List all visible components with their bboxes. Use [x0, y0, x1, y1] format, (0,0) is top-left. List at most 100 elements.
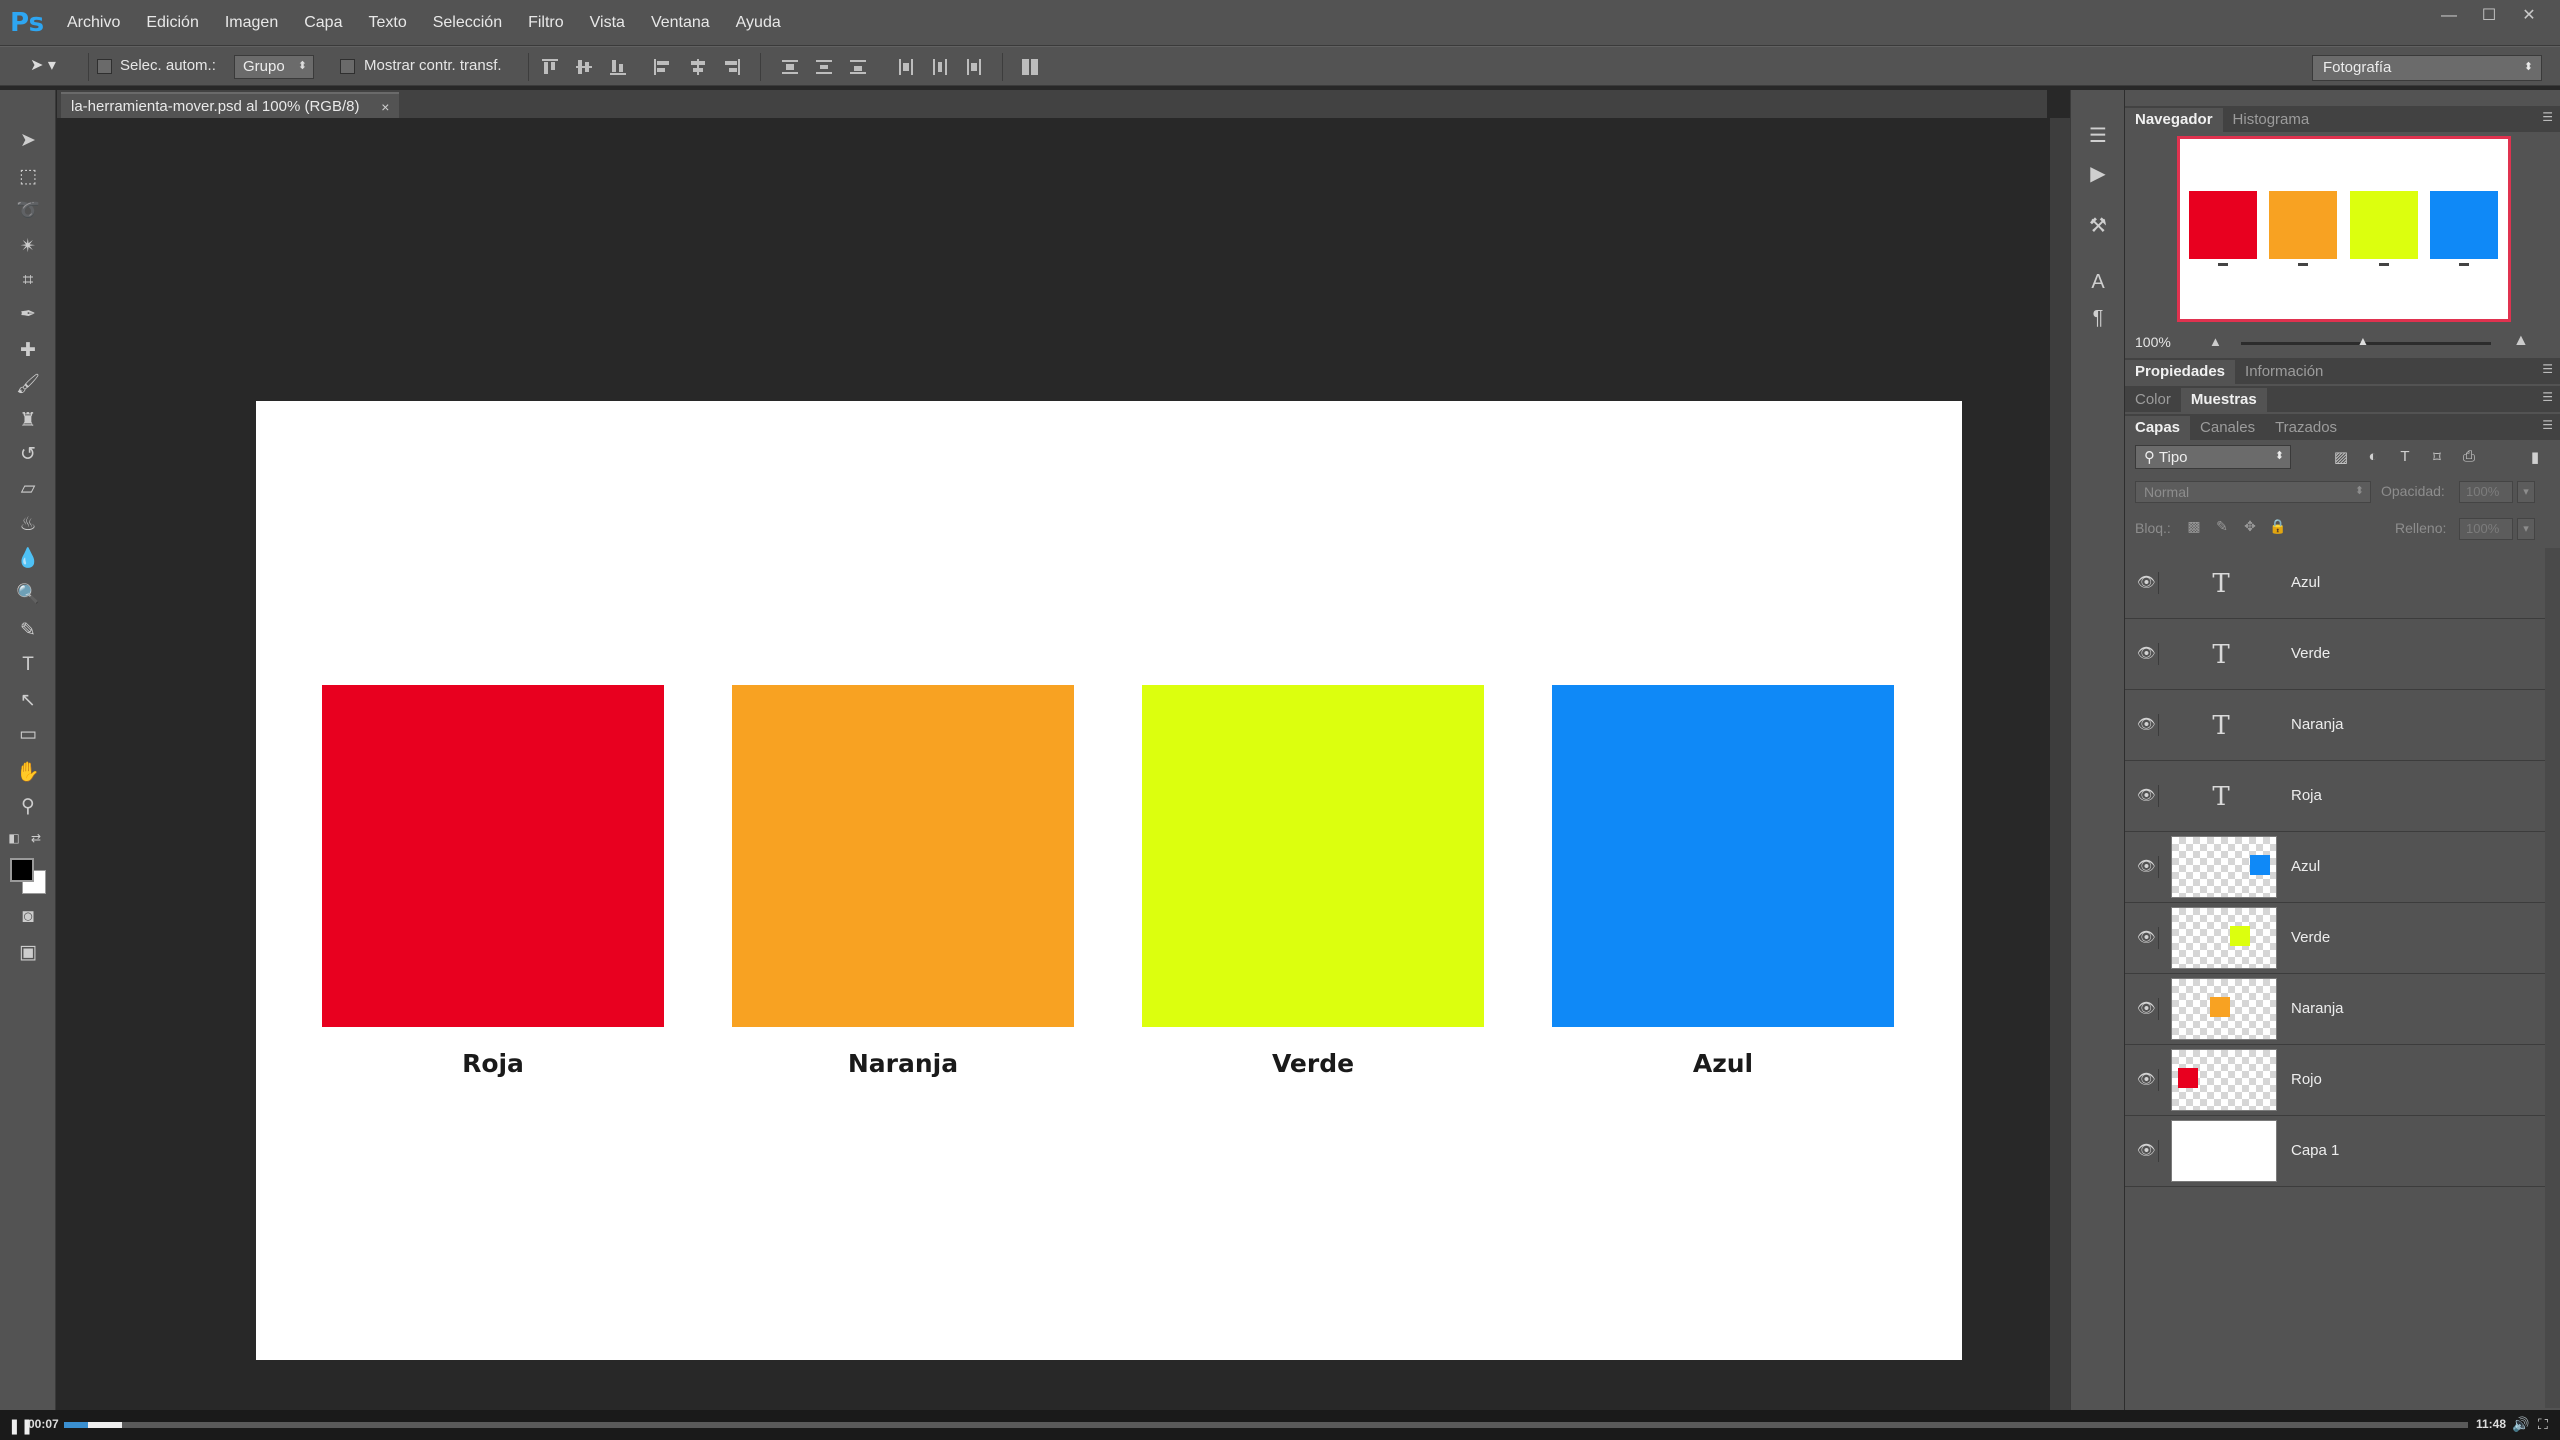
eye-icon[interactable]: 👁 — [2135, 856, 2159, 878]
orange-label[interactable]: Naranja — [732, 1049, 1074, 1078]
document-canvas[interactable]: Roja Naranja Verde Azul — [256, 401, 1962, 1360]
opacity-input[interactable]: 100% — [2459, 481, 2513, 503]
layer-row[interactable]: 👁 Capa 1 — [2125, 1116, 2545, 1187]
close-window-icon[interactable]: ✕ — [2518, 5, 2540, 27]
menu-imagen[interactable]: Imagen — [212, 0, 291, 46]
maximize-icon[interactable]: ☐ — [2478, 5, 2500, 27]
eye-icon[interactable]: 👁 — [2135, 572, 2159, 594]
lock-transparency-icon[interactable]: ▩ — [2185, 518, 2203, 536]
video-seek-bar[interactable] — [64, 1422, 2468, 1428]
fill-input[interactable]: 100% — [2459, 518, 2513, 540]
green-label[interactable]: Verde — [1142, 1049, 1484, 1078]
eye-icon[interactable]: 👁 — [2135, 1140, 2159, 1162]
zoom-value[interactable]: 100% — [2135, 334, 2171, 350]
distribute-left-icon[interactable] — [896, 57, 916, 77]
layer-name[interactable]: Naranja — [2291, 1000, 2344, 1017]
red-square[interactable] — [322, 685, 664, 1027]
dodge-tool-icon[interactable]: 🔍 — [12, 580, 44, 610]
clone-stamp-tool-icon[interactable]: ♜ — [12, 406, 44, 436]
menu-capa[interactable]: Capa — [291, 0, 355, 46]
zoom-tool-icon[interactable]: ⚲ — [12, 792, 44, 822]
tab-capas[interactable]: Capas — [2125, 416, 2191, 440]
panel-menu-icon[interactable]: ☰ — [2542, 362, 2553, 376]
distribute-top-icon[interactable] — [780, 57, 800, 77]
eye-icon[interactable]: 👁 — [2135, 1069, 2159, 1091]
filter-toggle-icon[interactable]: ▮ — [2525, 448, 2545, 466]
magic-wand-tool-icon[interactable]: ✴ — [12, 232, 44, 262]
tab-navegador[interactable]: Navegador — [2125, 108, 2223, 132]
layer-row[interactable]: 👁 T Verde — [2125, 619, 2545, 690]
lasso-tool-icon[interactable]: ➰ — [12, 196, 44, 226]
distribute-right-icon[interactable] — [964, 57, 984, 77]
menu-seleccion[interactable]: Selección — [420, 0, 515, 46]
rectangle-tool-icon[interactable]: ▭ — [12, 720, 44, 750]
layer-row[interactable]: 👁 Rojo — [2125, 1045, 2545, 1116]
zoom-in-icon[interactable]: ▲ — [2513, 332, 2529, 350]
tab-trazados[interactable]: Trazados — [2265, 416, 2347, 440]
menu-edicion[interactable]: Edición — [133, 0, 211, 46]
brush-tool-icon[interactable]: 🖌 — [12, 370, 44, 400]
screen-mode-icon[interactable]: ▣ — [12, 938, 44, 968]
eye-icon[interactable]: 👁 — [2135, 998, 2159, 1020]
align-bottom-icon[interactable] — [608, 57, 628, 77]
crop-tool-icon[interactable]: ⌗ — [12, 266, 44, 296]
lock-position-icon[interactable]: ✥ — [2241, 518, 2259, 536]
navigator-thumbnail[interactable] — [2177, 136, 2511, 322]
layer-name[interactable]: Roja — [2291, 787, 2322, 804]
eye-icon[interactable]: 👁 — [2135, 785, 2159, 807]
green-square[interactable] — [1142, 685, 1484, 1027]
orange-square[interactable] — [732, 685, 1074, 1027]
healing-brush-tool-icon[interactable]: ✚ — [12, 336, 44, 366]
eye-icon[interactable]: 👁 — [2135, 643, 2159, 665]
align-vcenter-icon[interactable] — [574, 57, 594, 77]
layer-row[interactable]: 👁 T Naranja — [2125, 690, 2545, 761]
filter-adjustment-icon[interactable]: ◐ — [2363, 448, 2383, 466]
move-tool-icon[interactable]: ➤ — [12, 126, 44, 156]
menu-vista[interactable]: Vista — [577, 0, 638, 46]
history-panel-icon[interactable]: ☰ — [2086, 124, 2110, 148]
align-left-icon[interactable] — [652, 57, 672, 77]
red-label[interactable]: Roja — [322, 1049, 664, 1078]
eye-icon[interactable]: 👁 — [2135, 714, 2159, 736]
swap-colors-icon[interactable]: ⇄ — [26, 830, 46, 846]
layer-name[interactable]: Verde — [2291, 929, 2330, 946]
zoom-out-icon[interactable]: ▲ — [2209, 334, 2222, 349]
layer-name[interactable]: Rojo — [2291, 1071, 2322, 1088]
blue-square[interactable] — [1552, 685, 1894, 1027]
auto-align-layers-icon[interactable] — [1020, 57, 1040, 77]
filter-smart-object-icon[interactable]: ⎙ — [2459, 448, 2479, 466]
layer-name[interactable]: Capa 1 — [2291, 1142, 2339, 1159]
filter-pixel-icon[interactable]: ▨ — [2331, 448, 2351, 466]
layer-row[interactable]: 👁 Verde — [2125, 903, 2545, 974]
layer-row[interactable]: 👁 T Azul — [2125, 548, 2545, 619]
tab-color[interactable]: Color — [2125, 388, 2181, 412]
layer-name[interactable]: Verde — [2291, 645, 2330, 662]
distribute-bottom-icon[interactable] — [848, 57, 868, 77]
hand-tool-icon[interactable]: ✋ — [12, 758, 44, 788]
eyedropper-tool-icon[interactable]: ✒ — [12, 300, 44, 330]
panel-menu-icon[interactable]: ☰ — [2542, 418, 2553, 432]
panel-menu-icon[interactable]: ☰ — [2542, 110, 2553, 124]
zoom-slider-knob[interactable]: ▲ — [2357, 334, 2369, 348]
minimize-icon[interactable]: — — [2438, 5, 2460, 27]
blue-label[interactable]: Azul — [1552, 1049, 1894, 1078]
lock-pixels-icon[interactable]: ✎ — [2213, 518, 2231, 536]
eye-icon[interactable]: 👁 — [2135, 927, 2159, 949]
filter-type-icon[interactable]: T — [2395, 448, 2415, 466]
move-tool-preset-icon[interactable]: ➤ ▾ — [30, 55, 78, 79]
type-tool-icon[interactable]: T — [12, 650, 44, 680]
filter-shape-icon[interactable]: ⌑ — [2427, 448, 2447, 466]
menu-ventana[interactable]: Ventana — [638, 0, 723, 46]
layer-name[interactable]: Naranja — [2291, 716, 2344, 733]
blend-mode-dropdown[interactable]: Normal ⬍ — [2135, 481, 2371, 503]
auto-select-dropdown[interactable]: Grupo ⬍ — [234, 55, 314, 79]
history-brush-tool-icon[interactable]: ↺ — [12, 440, 44, 470]
menu-archivo[interactable]: Archivo — [54, 0, 133, 46]
default-colors-icon[interactable]: ◧ — [4, 830, 24, 846]
menu-ayuda[interactable]: Ayuda — [723, 0, 794, 46]
quick-mask-icon[interactable]: ◙ — [12, 902, 44, 932]
character-panel-icon[interactable]: A — [2086, 270, 2110, 294]
tab-histograma[interactable]: Histograma — [2223, 108, 2320, 132]
actions-panel-icon[interactable]: ▶ — [2086, 162, 2110, 186]
layer-row[interactable]: 👁 T Roja — [2125, 761, 2545, 832]
